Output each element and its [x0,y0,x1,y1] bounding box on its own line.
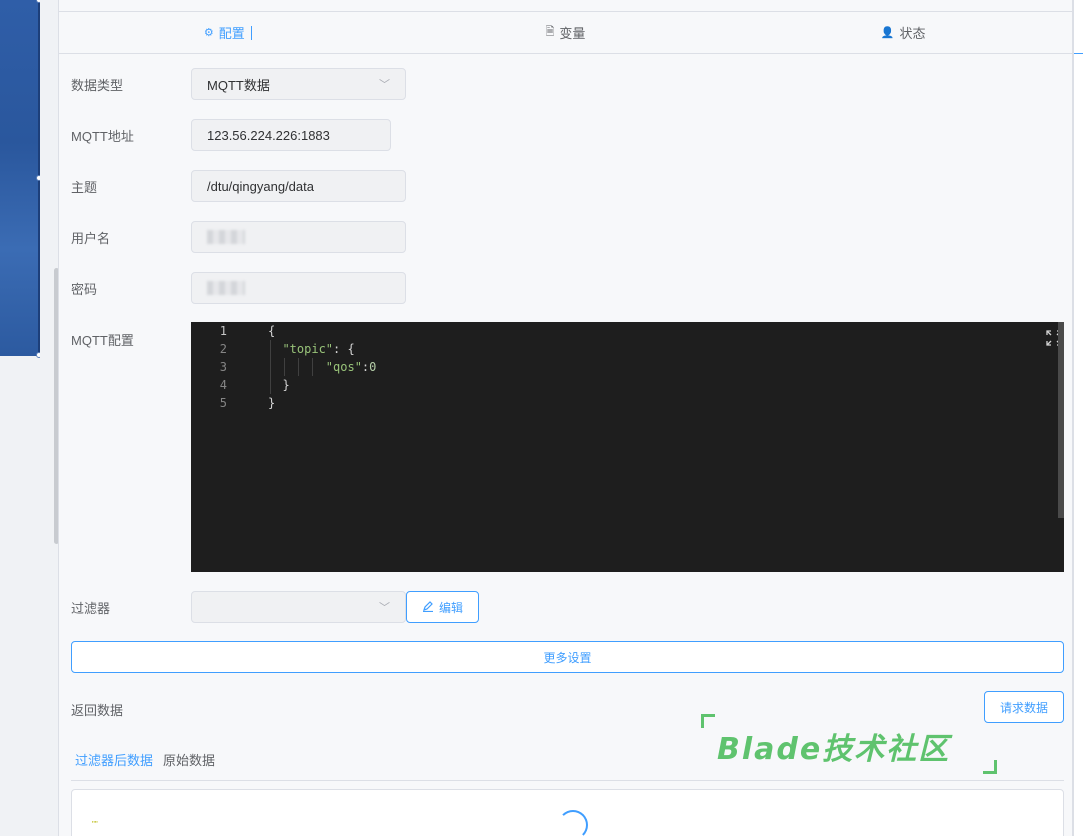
code-token: "topic" [282,342,334,356]
edit-filter-button[interactable]: 编辑 [406,591,479,623]
line-number: 5 [219,396,227,410]
data-type-select[interactable]: MQTT数据 ﹀ [191,68,406,100]
username-input[interactable] [191,221,406,253]
password-row: 密码 [71,272,406,304]
password-label: 密码 [71,281,98,297]
tab-config-label: 配置 [218,26,245,41]
mqtt-address-label: MQTT地址 [71,128,134,144]
watermark-corner [983,760,997,774]
topic-input[interactable]: /dtu/qingyang/data [191,170,406,202]
code-area[interactable]: { "topic": { "qos":0 } } [268,322,376,412]
editor-scrollbar[interactable] [1058,322,1064,518]
tab-raw-data[interactable]: 原始数据 [163,752,215,780]
data-type-value: MQTT数据 [207,77,270,93]
text-caret [250,25,252,40]
right-panel-header [1074,0,1083,54]
code-token: : { [333,342,355,356]
filter-select[interactable]: ﹀ [191,591,406,623]
tab-filtered-data[interactable]: 过滤器后数据 [75,752,153,780]
code-line: { [268,322,376,340]
tab-config[interactable]: ⚙ 配置 [59,12,397,53]
chevron-down-icon: ﹀ [379,79,390,91]
watermark-corner [701,714,715,728]
document-icon: 🗎 [545,26,555,38]
panel-tabs: ⚙ 配置 🗎 变量 👤 状态 [59,12,1072,54]
mqtt-address-value: 123.56.224.226:1883 [207,127,330,143]
username-row: 用户名 [71,221,406,253]
data-type-row: 数据类型 MQTT数据 ﹀ [71,68,406,100]
password-input[interactable] [191,272,406,304]
code-line: } [268,376,376,394]
line-number: 1 [219,324,227,338]
code-token: 0 [369,360,377,374]
topic-label: 主题 [71,179,98,195]
code-line: "topic": { [268,340,376,358]
mqtt-address-row: MQTT地址 123.56.224.226:1883 [71,119,391,151]
filter-row: 过滤器 ﹀ 编辑 [71,591,479,623]
gear-icon: ⚙ [203,27,214,39]
canvas-preview-strip[interactable] [0,0,42,358]
username-label: 用户名 [71,230,111,246]
code-line: } [268,394,376,412]
redacted-value [207,230,245,244]
topic-row: 主题 /dtu/qingyang/data [71,170,406,202]
topic-value: /dtu/qingyang/data [207,178,314,194]
redacted-value [207,281,245,295]
request-data-label: 请求数据 [999,700,1048,715]
user-icon: 👤 [880,27,895,39]
data-type-label: 数据类型 [71,77,124,93]
result-content: "" [92,820,98,829]
line-number: 4 [219,378,227,392]
code-line: "qos":0 [268,358,376,376]
return-data-viewer[interactable]: "" [71,789,1064,836]
more-settings-button[interactable]: 更多设置 [71,641,1064,673]
edit-button-label: 编辑 [438,600,463,615]
mqtt-config-label: MQTT配置 [71,333,134,348]
loading-spinner-icon [558,810,588,836]
chevron-down-icon: ﹀ [379,602,390,614]
watermark: Blade技术社区 [701,714,997,774]
code-token: "qos" [325,360,362,374]
line-gutter: 1 2 3 4 5 [191,322,253,572]
tab-variables[interactable]: 🗎 变量 [397,12,735,53]
tab-status[interactable]: 👤 状态 [734,12,1072,53]
code-token: { [268,324,276,338]
code-token: } [268,396,276,410]
filter-label: 过滤器 [71,600,111,616]
more-settings-label: 更多设置 [543,650,592,665]
line-number: 3 [219,360,227,374]
watermark-text: Blade技术社区 [717,732,951,767]
config-panel: ⚙ 配置 🗎 变量 👤 状态 数据类型 MQTT数据 ﹀ MQTT地址 123.… [58,0,1073,836]
return-data-label: 返回数据 [71,703,124,718]
line-number: 2 [219,342,227,356]
mqtt-address-input[interactable]: 123.56.224.226:1883 [191,119,391,151]
tab-status-label: 状态 [899,26,926,41]
edit-icon [422,600,434,615]
right-side-panel [1073,0,1083,836]
tab-variables-label: 变量 [559,26,586,41]
code-token: } [282,378,290,392]
panel-header [59,0,1072,12]
mqtt-config-editor[interactable]: 1 2 3 4 5 { "topic": { "qos":0 } } [191,322,1064,572]
